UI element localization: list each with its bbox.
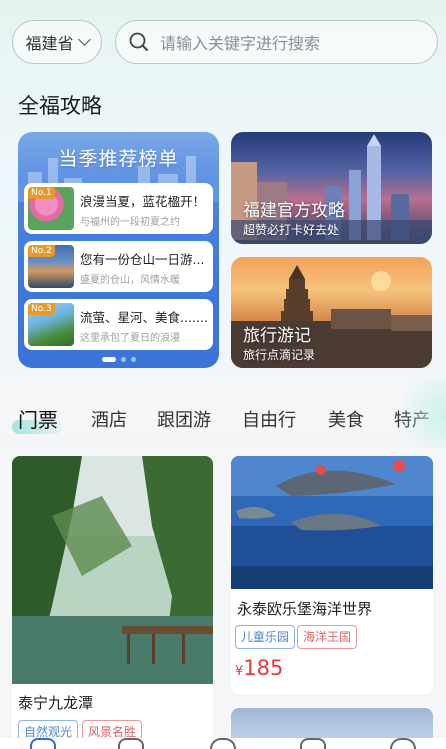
travel-notes-card[interactable]: 旅行游记 旅行点滴记录 (231, 257, 432, 368)
product-image (12, 456, 213, 684)
rank-item-subtitle: 这里承包了夏日的浪漫 (80, 333, 180, 344)
season-list-title: 当季推荐榜单 (58, 148, 179, 170)
message-icon[interactable] (210, 738, 236, 749)
rank-item-subtitle: 盛夏的仓山，风情水暖 (80, 275, 180, 286)
rank-thumbnail: No.1 (28, 187, 74, 230)
category-tabs (0, 378, 446, 448)
shield-icon[interactable] (300, 738, 326, 749)
product-card-jiulongtan[interactable]: 泰宁九龙潭 自然观光 风景名胜 (12, 456, 213, 746)
tab-group-tours[interactable]: 跟团游 (157, 406, 211, 432)
product-card-ocean-world[interactable]: 永泰欧乐堡海洋世界 儿童乐园 海洋王国 ¥185 (231, 456, 433, 694)
product-name: 泰宁九龙潭 (18, 694, 94, 712)
promo-title: 福建官方攻略 (243, 201, 345, 221)
tabs-fade (386, 378, 446, 448)
profile-icon[interactable] (390, 738, 416, 749)
tab-hotels[interactable]: 酒店 (91, 406, 127, 432)
rank-item-title: 您有一份仓山一日游... (80, 252, 205, 267)
carousel-indicator (18, 357, 219, 362)
product-price: ¥185 (235, 656, 283, 680)
rank-item-title: 浪漫当夏，蓝花楹开！ (80, 194, 206, 209)
promo-subtitle: 超赞必打卡好去处 (243, 223, 340, 237)
product-name: 永泰欧乐堡海洋世界 (237, 600, 373, 618)
promo-title: 旅行游记 (243, 326, 311, 346)
season-ranking-card[interactable]: 当季推荐榜单 No.1 浪漫当夏，蓝花楹开！ 与福州的一段初夏之约 No.2 您… (18, 132, 219, 368)
bottom-navigation (0, 738, 446, 749)
rank-thumbnail: No.2 (28, 245, 74, 288)
product-tag: 儿童乐园 (235, 625, 296, 649)
official-guide-card[interactable]: 福建官方攻略 超赞必打卡好去处 (231, 132, 432, 244)
rank-thumbnail: No.3 (28, 303, 74, 346)
rank-item-title: 流萤、星河、美食........ (80, 310, 208, 325)
search-icon (129, 32, 148, 51)
rank-item-2[interactable]: No.2 您有一份仓山一日游... 盛夏的仓山，风情水暖 (24, 241, 213, 292)
province-label: 福建省 (25, 34, 74, 53)
rank-badge: No.1 (28, 187, 55, 199)
rank-item-3[interactable]: No.3 流萤、星河、美食........ 这里承包了夏日的浪漫 (24, 299, 213, 350)
rank-item-1[interactable]: No.1 浪漫当夏，蓝花楹开！ 与福州的一段初夏之约 (24, 183, 213, 234)
section-title: 全福攻略 (18, 94, 102, 118)
home-icon[interactable] (30, 738, 56, 749)
tab-independent-travel[interactable]: 自由行 (242, 406, 296, 432)
guide-icon[interactable] (118, 738, 144, 749)
search-input[interactable]: 请输入关键字进行搜索 (115, 20, 438, 64)
product-tag: 海洋王国 (297, 625, 358, 649)
rank-badge: No.2 (28, 245, 55, 257)
price-value: 185 (243, 656, 284, 680)
province-selector[interactable]: 福建省 (12, 20, 102, 64)
tab-food[interactable]: 美食 (328, 406, 364, 432)
product-image (231, 456, 433, 589)
promo-subtitle: 旅行点滴记录 (243, 348, 316, 362)
tab-tickets[interactable]: 门票 (18, 404, 58, 433)
search-placeholder: 请输入关键字进行搜索 (160, 34, 321, 53)
rank-badge: No.3 (28, 303, 55, 315)
chevron-down-icon (77, 33, 91, 46)
rank-item-subtitle: 与福州的一段初夏之约 (80, 217, 180, 228)
